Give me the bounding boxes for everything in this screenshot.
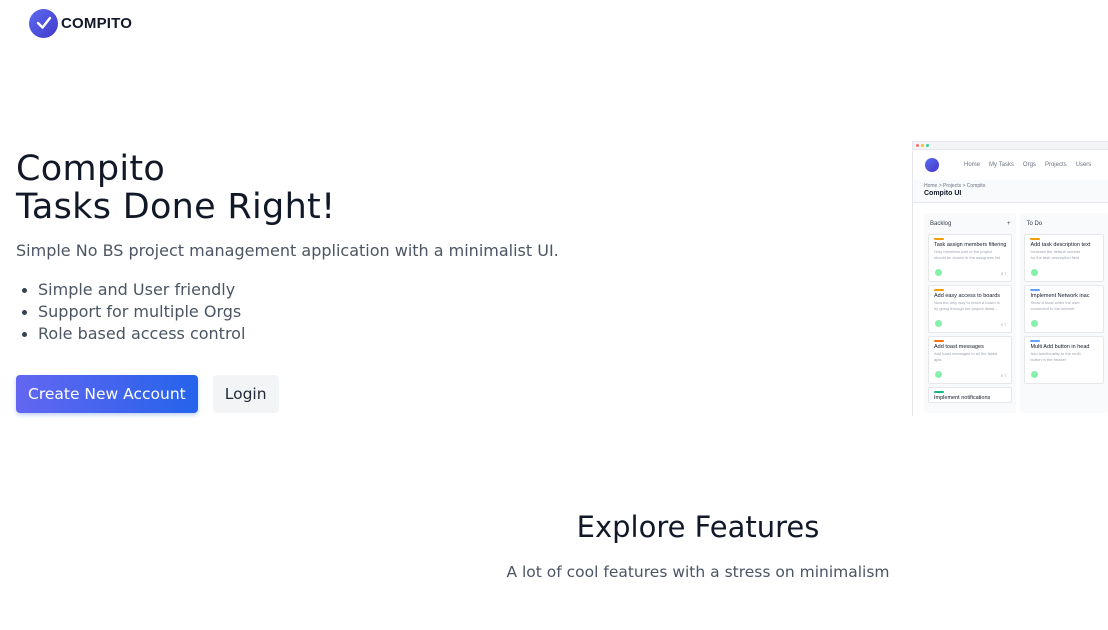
create-account-button[interactable]: Create New Account [16,375,198,413]
preview-task-card: Multi Add button in head Add functionali… [1024,336,1104,384]
feature-item: Role based access control [16,323,576,345]
preview-task-card: Implement Network inac Show a toast when… [1024,285,1104,333]
preview-card-desc: Add toast messages to all the failed [934,351,998,356]
brand-name: COMPITO [61,14,133,32]
feature-item: Support for multiple Orgs [16,301,576,323]
preview-column-title: Backlog [930,221,952,227]
hero-title-line2: Tasks Done Right! [16,187,336,227]
preview-card-meta: 0 7 [1000,322,1007,327]
preview-nav-item: My Tasks [989,162,1014,168]
feature-item: Simple and User friendly [16,279,576,301]
preview-card-title: Add task description text [1030,242,1091,248]
preview-card-desc: Only members part of the project [934,249,993,254]
preview-nav-item: Home [964,162,981,168]
preview-card-meta: 0 7 [1000,373,1007,378]
check-circle-icon [29,8,58,38]
preview-card-title: Add easy access to boards [934,293,1001,299]
preview-card-desc: for the task description field [1030,255,1080,260]
hero-subtitle: Simple No BS project management applicat… [16,241,559,260]
preview-card-desc: button in the header [1030,357,1067,362]
explore-subtitle: A lot of cool features with a stress on … [506,563,890,581]
preview-column-backlog: Backlog + Task assign members filtering … [924,213,1017,413]
brand-logo[interactable]: COMPITO [29,8,132,38]
preview-column-title: To Do [1026,221,1043,227]
preview-avatar [935,269,942,276]
feature-list: Simple and User friendly Support for mul… [16,279,576,345]
preview-card-desc: should be shown in the assignees list [934,255,1001,260]
preview-card-title: Implement notifications [934,395,991,401]
preview-project-title: Compito UI [924,190,962,197]
preview-avatar [935,371,942,378]
preview-card-desc: Add functionality to the multi [1030,351,1081,356]
preview-card-desc: apis. [934,357,943,362]
hero-title: Compito Tasks Done Right! [16,150,576,226]
preview-card-meta: 0 7 [1000,271,1007,276]
preview-avatar [935,320,942,327]
app-preview-image: Home My Tasks Orgs Projects Users Home >… [912,141,1108,416]
login-button[interactable]: Login [212,375,279,413]
preview-board: Backlog + Task assign members filtering … [913,203,1108,413]
preview-card-desc: Increase the default number [1030,249,1081,254]
preview-card-title: Multi Add button in head [1030,344,1090,350]
explore-title: Explore Features [576,510,820,544]
preview-column-todo: To Do Add task description text Increase… [1020,213,1108,413]
preview-avatar [1031,371,1039,378]
preview-card-title: Add toast messages [934,344,984,350]
preview-breadcrumb: Home > Projects > Compito [924,183,986,189]
preview-card-desc: Now the only way to reach a board is [934,300,1000,305]
preview-page-header: Home > Projects > Compito Compito UI [913,180,1108,203]
explore-section: Explore Features A lot of cool features … [0,510,1108,581]
preview-task-card: Task assign members filtering Only membe… [928,234,1013,282]
preview-nav-item: Users [1075,162,1092,168]
preview-nav-item: Orgs [1022,162,1036,168]
hero-title-line1: Compito [16,149,166,189]
preview-task-card: Add easy access to boards Now the only w… [928,285,1013,333]
preview-card-desc: by going through the project detail... [934,306,998,311]
preview-card-desc: connected to the internet [1030,306,1075,311]
preview-column-header: To Do [1024,217,1104,231]
preview-navbar: Home My Tasks Orgs Projects Users [913,150,1108,180]
preview-logo-icon [925,158,939,172]
preview-window-chrome [913,142,1108,150]
preview-card-desc: Show a toast when the user [1030,300,1080,305]
preview-add-icon: + [1006,221,1011,227]
preview-task-card: Add toast messages Add toast messages to… [928,336,1013,384]
preview-task-card: Implement notifications [928,387,1013,403]
preview-card-title: Task assign members filtering [934,242,1007,248]
preview-avatar [1031,269,1039,276]
hero-section: Compito Tasks Done Right! Simple No BS p… [16,150,576,413]
preview-card-title: Implement Network inac [1030,293,1090,299]
preview-column-header: Backlog + [928,217,1012,231]
preview-nav-item: Projects [1044,162,1067,168]
preview-avatar [1031,320,1039,327]
hero-actions: Create New Account Login [16,375,576,413]
preview-task-card: Add task description text Increase the d… [1024,234,1104,282]
